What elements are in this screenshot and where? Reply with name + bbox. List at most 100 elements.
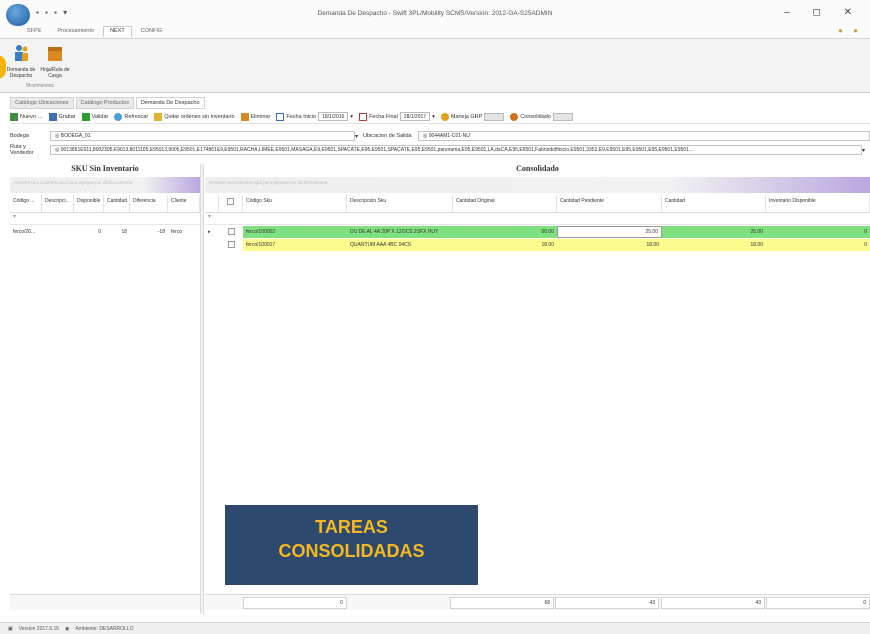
ribbon-tabs: SFPE Procesamiento NEXT CONFIG [20,26,169,37]
refresh-icon [114,112,123,121]
ruta-select[interactable]: ◎ 0013851E911,8002305,E9013,8011105,E950… [50,145,862,155]
table-row[interactable]: ▸ ferco/100002 DU DE AL 4A 20P X 12OCS 2… [205,226,870,238]
eliminar-button[interactable]: Eliminar [240,112,271,121]
hoja-carga-button[interactable]: Hoja/Ruta de Carga [40,43,70,79]
consolidate-icon [510,112,519,121]
fecha-final-label: Fecha Final [369,113,398,120]
window-title: Demanda De Despacho - Swift 3PL/Mobility… [317,10,553,17]
col-cantidad[interactable]: Cantidad [662,195,766,212]
validar-button[interactable]: Validar [81,112,108,121]
grabar-button[interactable]: Grabar [48,112,76,121]
ribbon-group-label: Movimientos [25,83,55,89]
eliminar-label: Eliminar [250,113,271,120]
left-group-area[interactable]: Arrastre una columna aquí para agrupar p… [10,177,200,193]
consolidado-label: Consolidado [520,113,551,120]
chevron-down-icon[interactable]: ▾ [862,147,870,154]
people-icon [15,45,28,61]
ruta-value: 0013851E911,8002305,E9013,8011105,E95013… [60,147,693,153]
right-grid-header: Código Sku Descripción Sku Cantidad Orig… [205,195,870,213]
col-diferencia[interactable]: Diferencia [130,195,168,212]
select-all-col[interactable] [219,195,243,212]
fecha-final-input[interactable]: 28/1/2017 [399,112,431,121]
ruta-label: Ruta y Vendedor [10,144,34,156]
ribbon-tab-next[interactable]: NEXT [103,26,132,37]
fecha-inicio: Fecha Inicio 18/1/2016 ▾ [276,112,353,121]
table-row[interactable]: ferco/100017 QUANTUM AAA 4BC 04CS 18.00 … [205,239,870,251]
tab-catalogo-productos[interactable]: Catálogo Productos [75,97,134,109]
col-cantidad-pendiente[interactable]: Cantidad Pendiente [557,195,662,212]
fecha-inicio-input[interactable]: 18/1/2016 [318,112,349,121]
cell-cantidad-pendiente-input[interactable]: 25.00 [557,226,662,238]
col-inventario-disponible[interactable]: Inventario Disponible [766,195,870,212]
cell-cliente: ferco [171,229,183,235]
consolidado-toggle[interactable] [552,112,573,121]
col-cliente[interactable]: Cliente [168,195,200,212]
maneja-grp: Maneja GRP [440,112,505,121]
banner-line-1: TAREAS [315,517,388,537]
main-toolbar: Nuevo... Grabar Validar Refrescar Quitar… [10,110,870,124]
chevron-down-icon[interactable]: ▾ [350,114,353,120]
ubicacion-value: 0044AM1-C01-NU [428,133,470,139]
refrescar-button[interactable]: Refrescar [114,112,148,121]
nuevo-button[interactable]: Nuevo... [10,112,43,121]
nuevo-label: Nuevo [20,113,36,120]
maneja-grp-label: Maneja GRP [450,113,483,120]
row-indicator: ▸ [208,229,211,235]
demanda-despacho-button[interactable]: Demanda de Despacho [6,43,36,79]
cell-cantidad: 18.00 [662,239,766,251]
maneja-grp-toggle[interactable] [484,112,505,121]
fecha-inicio-label: Fecha Inicio [286,113,317,120]
row-select[interactable] [219,240,243,250]
left-grid-header: Código ... Descripci... Disponible Canti… [10,195,200,213]
col-codigo[interactable]: Código ... [10,195,42,212]
demanda-despacho-label: Demanda de Despacho [6,67,36,79]
cell-cantidad: 25.00 [662,226,766,238]
bodega-select[interactable]: ◎ BODEGA_01 [50,131,355,141]
row-checkbox[interactable] [227,240,235,248]
cell-cantidad-pendiente: 18.00 [557,239,662,251]
ribbon-tab-procesamiento[interactable]: Procesamiento [50,26,101,37]
cell-codigo-sku: ferco/100017 [243,239,347,251]
total-cell: 68 [450,597,554,609]
window-controls[interactable]: – ◻ ✕ [784,7,862,18]
ubicacion-select[interactable]: ◎ 0044AM1-C01-NU [418,131,870,141]
chevron-down-icon[interactable]: ▾ [355,133,363,140]
cell-cantidad-original: 18.00 [453,239,557,251]
calendar-icon [276,112,285,121]
tab-demanda-despacho[interactable]: Demanda De Despacho [135,97,205,109]
cell-cantidad-original: 50.00 [453,226,557,238]
panel-splitter[interactable] [200,164,204,614]
col-disponible[interactable]: Disponible [74,195,104,212]
hoja-carga-label: Hoja/Ruta de Carga [40,67,70,79]
banner-line-2: CONSOLIDADAS [278,541,425,561]
table-row[interactable]: ferco/20... 0 18 -18 ferco [10,226,200,238]
ribbon-panel: Demanda de Despacho Hoja/Ruta de Carga M… [0,38,870,93]
eraser-icon [240,112,249,121]
cell-disponible: 0 [98,229,101,235]
ribbon-tab-sfpe[interactable]: SFPE [20,26,48,37]
chevron-down-icon[interactable]: ▾ [432,114,435,120]
col-descripcion-sku[interactable]: Descripción Sku [347,195,453,212]
tab-catalogo-ubicaciones[interactable]: Catálogo Ubicaciones [10,97,74,109]
cell-codigo: ferco/20... [13,229,36,235]
version-label: Version 2017.6.15 [18,626,60,632]
row-checkbox[interactable] [227,227,235,235]
left-filter-row[interactable]: ▾ [10,213,200,225]
consolidado: Consolidado [510,112,573,121]
col-cantidad[interactable]: Cantidad [104,195,130,212]
ribbon-tab-config[interactable]: CONFIG [134,26,169,37]
right-filter-row[interactable]: ▾ [205,213,870,225]
cell-inventario: 0 [766,239,870,251]
cell-diferencia: -18 [157,229,165,235]
select-all-checkbox[interactable] [227,198,234,205]
grabar-label: Grabar [58,113,76,120]
bodega-value: BODEGA_01 [60,133,91,139]
right-group-area[interactable]: Arrastre una columna aquí para agrupar p… [205,177,870,193]
ribbon-right-icons[interactable]: ● ● [838,26,862,35]
quitar-ordenes-button[interactable]: Quitar ordenes sin inventario [154,112,235,121]
cell-cantidad: 18 [121,229,127,235]
row-select[interactable] [219,227,243,237]
col-cantidad-original[interactable]: Cantidad Original [453,195,557,212]
col-codigo-sku[interactable]: Código Sku [243,195,347,212]
col-descripcion[interactable]: Descripci... [42,195,74,212]
